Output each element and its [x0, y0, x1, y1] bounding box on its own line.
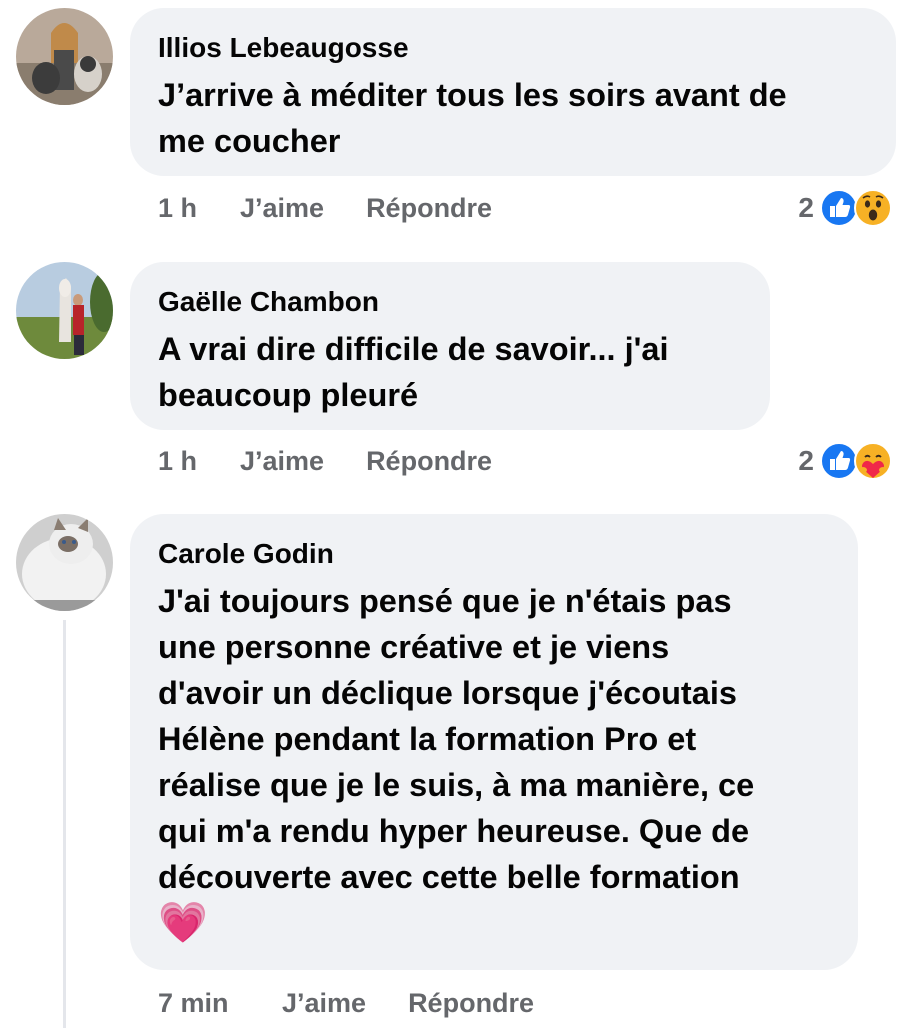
reply-thread-line — [63, 620, 66, 1028]
comment-text-line: J'ai toujours pensé que je n'étais pas — [158, 583, 732, 619]
like-button[interactable]: J’aime — [240, 446, 324, 477]
comment-text-line: me coucher — [158, 123, 341, 159]
like-icon — [820, 442, 858, 480]
wow-icon — [854, 189, 892, 227]
comment-actions: 1 h J’aime Répondre — [158, 188, 492, 228]
reaction-count: 2 — [798, 192, 814, 223]
comment-text: J'ai toujours pensé que je n'étais pas u… — [158, 578, 830, 900]
comment-text-line: A vrai dire difficile de savoir... j'ai — [158, 331, 669, 367]
comment-time[interactable]: 1 h — [158, 446, 240, 477]
comment-text: A vrai dire difficile de savoir... j'ai … — [158, 326, 742, 418]
comment-text-line: Hélène pendant la formation Pro et — [158, 721, 697, 757]
avatar[interactable] — [16, 514, 113, 611]
reply-button[interactable]: Répondre — [408, 988, 534, 1019]
comment-text-line: beaucoup pleuré — [158, 377, 419, 413]
comment-bubble: Gaëlle Chambon A vrai dire difficile de … — [130, 262, 770, 430]
comment-text-line: d'avoir un déclique lorsque j'écoutais — [158, 675, 737, 711]
comment-time[interactable]: 7 min — [158, 988, 282, 1019]
comment-time[interactable]: 1 h — [158, 193, 240, 224]
comment-author[interactable]: Carole Godin — [158, 536, 830, 572]
comment-text-line: qui m'a rendu hyper heureuse. Que de — [158, 813, 750, 849]
like-button[interactable]: J’aime — [240, 193, 324, 224]
comment-text: J’arrive à méditer tous les soirs avant … — [158, 72, 868, 164]
comment-bubble: Illios Lebeaugosse J’arrive à méditer to… — [130, 8, 896, 176]
like-button[interactable]: J’aime — [282, 988, 366, 1019]
reply-button[interactable]: Répondre — [366, 446, 492, 477]
avatar[interactable] — [16, 262, 113, 359]
comment-text-line: découverte avec cette belle formation — [158, 859, 740, 895]
reaction-count: 2 — [798, 445, 814, 476]
reply-button[interactable]: Répondre — [366, 193, 492, 224]
reaction-summary[interactable]: 2 — [798, 439, 892, 483]
comment-author[interactable]: Illios Lebeaugosse — [158, 30, 868, 66]
comment-text-line: J’arrive à méditer tous les soirs avant … — [158, 77, 787, 113]
comment-text-line: une personne créative et je viens — [158, 629, 670, 665]
reaction-summary[interactable]: 2 — [798, 186, 892, 230]
comment-actions: 1 h J’aime Répondre — [158, 441, 492, 481]
pink-heart-emoji: 💗 — [158, 901, 208, 945]
comment-text-line: réalise que je le suis, à ma manière, ce — [158, 767, 755, 803]
comment-bubble: Carole Godin J'ai toujours pensé que je … — [130, 514, 858, 970]
like-icon — [820, 189, 858, 227]
comment-author[interactable]: Gaëlle Chambon — [158, 284, 742, 320]
avatar[interactable] — [16, 8, 113, 105]
care-icon — [854, 442, 892, 480]
comment-actions: 7 min J’aime Répondre — [158, 983, 534, 1023]
